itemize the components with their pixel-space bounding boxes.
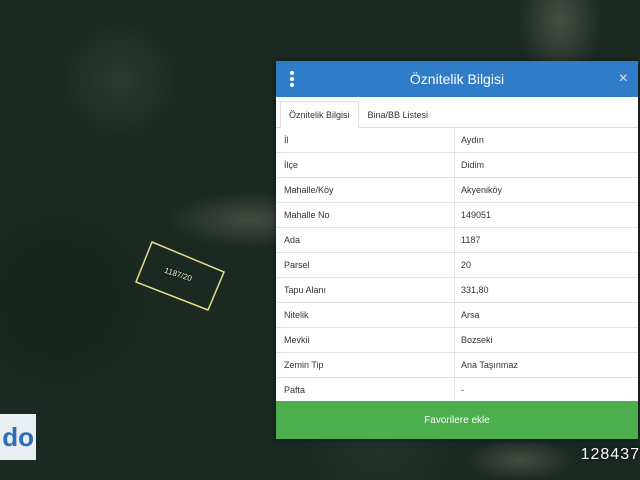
kebab-menu-icon[interactable] <box>290 71 294 89</box>
row-key: Mahalle No <box>276 203 455 227</box>
row-value: 20 <box>461 260 472 270</box>
row-key: İl <box>276 128 455 152</box>
row-value: Bozseki <box>461 335 493 345</box>
row-key: Ada <box>276 228 455 252</box>
panel-title: Öznitelik Bilgisi <box>409 71 505 87</box>
table-row: İlçe Didim <box>276 153 638 178</box>
row-key: İlçe <box>276 153 455 177</box>
table-row: Parsel 20 <box>276 253 638 278</box>
row-value: 149051 <box>461 210 492 220</box>
row-value: - <box>461 385 464 395</box>
row-key: Mahalle/Köy <box>276 178 455 202</box>
row-key: Zemin Tip <box>276 353 455 377</box>
row-key: Parsel <box>276 253 455 277</box>
close-icon[interactable]: × <box>619 70 628 88</box>
row-value: 1187 <box>461 235 481 245</box>
table-row: Nitelik Arsa <box>276 303 638 328</box>
row-key: Mevkii <box>276 328 455 352</box>
row-value: Akyeniköy <box>461 185 503 195</box>
attribute-table: İl Aydın İlçe Didim Mahalle/Köy Akyeniköy M… <box>276 128 638 403</box>
table-row: Mahalle No 149051 <box>276 203 638 228</box>
table-row: Ada 1187 <box>276 228 638 253</box>
table-row: İl Aydın <box>276 128 638 153</box>
row-value: Didim <box>461 160 485 170</box>
row-value: Aydın <box>461 135 484 145</box>
add-to-favorites-button[interactable]: Favorilere ekle <box>276 401 638 439</box>
row-value: 331,80 <box>461 285 489 295</box>
row-key: Pafta <box>276 378 455 402</box>
row-value: Ana Taşınmaz <box>461 360 518 370</box>
panel-tabs: Öznitelik Bilgisi Bina/BB Listesi <box>276 97 638 128</box>
listing-number: 128437 <box>580 446 640 463</box>
panel-header: Öznitelik Bilgisi × <box>276 61 638 97</box>
table-row: Mahalle/Köy Akyeniköy <box>276 178 638 203</box>
row-value: Arsa <box>461 310 480 320</box>
table-row: Tapu Alanı 331,80 <box>276 278 638 303</box>
row-key: Nitelik <box>276 303 455 327</box>
tab-attribute-info[interactable]: Öznitelik Bilgisi <box>280 101 359 128</box>
table-row: Pafta - <box>276 378 638 403</box>
table-row: Mevkii Bozseki <box>276 328 638 353</box>
row-key: Tapu Alanı <box>276 278 455 302</box>
site-logo: do <box>0 414 36 460</box>
table-row: Zemin Tip Ana Taşınmaz <box>276 353 638 378</box>
attribute-info-panel: Öznitelik Bilgisi × Öznitelik Bilgisi Bi… <box>276 61 638 439</box>
tab-building-list[interactable]: Bina/BB Listesi <box>359 101 438 128</box>
